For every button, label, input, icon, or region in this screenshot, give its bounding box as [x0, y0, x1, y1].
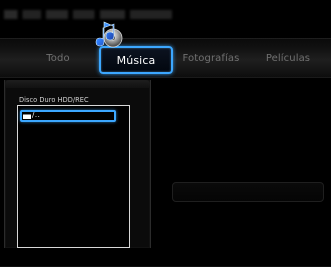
list-item-label: /..: [32, 111, 41, 119]
tab-todo[interactable]: Todo: [20, 38, 96, 78]
tab-label: Todo: [46, 52, 70, 64]
folder-icon: [23, 114, 31, 119]
tab-label: Películas: [265, 52, 311, 64]
brand-area: [4, 10, 172, 19]
info-box: [172, 182, 324, 202]
tab-label: Fotografías: [182, 52, 240, 64]
tab-bar: Todo Música Fotografías Películas: [0, 38, 331, 78]
panel-title: Disco Duro HDD/REC: [19, 96, 89, 104]
left-panel-header: [5, 80, 150, 88]
tab-fotografias[interactable]: Fotografías: [182, 38, 240, 78]
file-list[interactable]: [17, 105, 130, 248]
media-library-screen: { "tabs": [ { "label": "Todo" }, { "labe…: [0, 0, 331, 267]
tab-peliculas[interactable]: Películas: [257, 38, 319, 78]
music-note-icon: [95, 21, 123, 48]
preview-panel: [163, 80, 327, 248]
